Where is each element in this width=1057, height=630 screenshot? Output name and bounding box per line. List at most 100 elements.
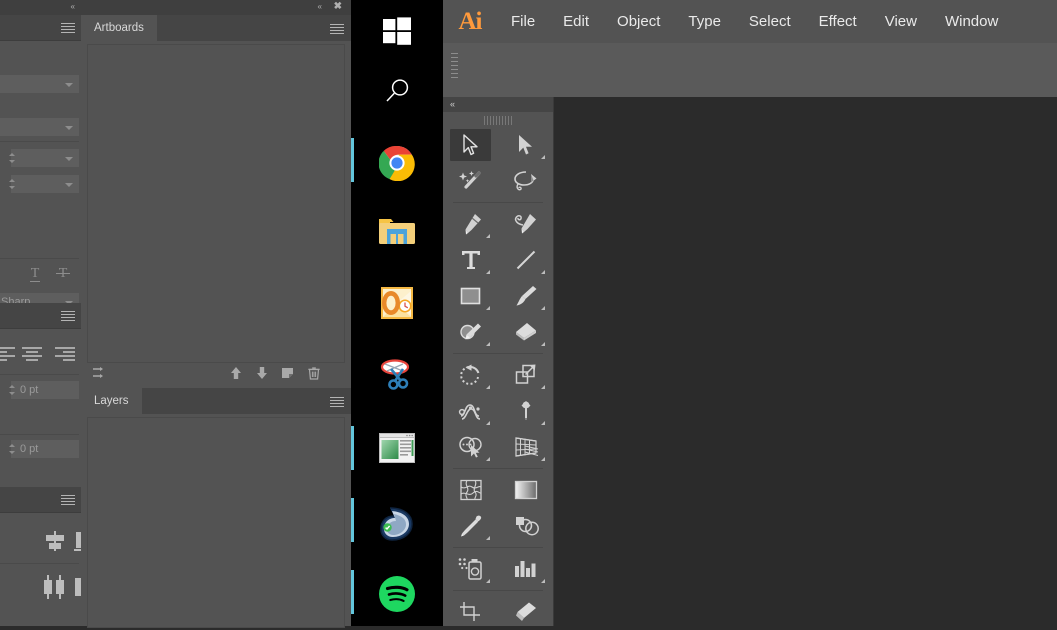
layers-panel: Layers	[81, 388, 351, 628]
pen-tool[interactable]	[443, 206, 498, 242]
lasso-tool[interactable]	[498, 163, 553, 199]
taskbar-item-outlook[interactable]	[351, 267, 443, 339]
new-artboard-icon[interactable]	[281, 366, 295, 380]
tool-row	[443, 429, 553, 465]
illustrator-logo: Ai	[458, 7, 483, 35]
close-icon[interactable]: ✖	[334, 2, 342, 12]
shaper-tool[interactable]	[443, 314, 498, 350]
symbol-sprayer-tool[interactable]	[443, 551, 498, 587]
menu-window[interactable]: Window	[931, 0, 1012, 43]
underline-button[interactable]: T	[27, 264, 43, 282]
font-style-field[interactable]	[0, 118, 79, 136]
move-up-icon[interactable]	[229, 366, 243, 380]
paragraph-panel: 0 pt 0 pt	[0, 303, 81, 478]
delete-artboard-icon[interactable]	[307, 366, 321, 380]
taskbar-item-file-explorer[interactable]	[351, 197, 443, 269]
options-bar-drag-handle[interactable]	[451, 53, 458, 87]
flyout-indicator	[541, 342, 545, 346]
tab-layers[interactable]: Layers	[81, 388, 142, 414]
taskbar-item-snipping-tool[interactable]	[351, 340, 443, 412]
menu-bar: Ai File Edit Object Type Select Effect V…	[443, 0, 1057, 43]
menu-type[interactable]: Type	[674, 0, 735, 43]
space-before-field[interactable]: 0 pt	[8, 440, 79, 458]
layers-panel-menu-icon[interactable]	[330, 397, 344, 407]
curvature-tool[interactable]	[498, 206, 553, 242]
rearrange-artboards-icon[interactable]	[92, 366, 106, 380]
eyedropper-tool[interactable]	[443, 508, 498, 544]
flyout-indicator	[486, 234, 490, 238]
artboard-tool[interactable]	[443, 594, 498, 630]
selection-tool[interactable]	[443, 127, 498, 163]
dock-titlebar: « ✖	[81, 0, 351, 15]
width-tool[interactable]	[443, 393, 498, 429]
scale-tool[interactable]	[498, 357, 553, 393]
flyout-indicator	[541, 457, 545, 461]
blend-tool[interactable]	[498, 508, 553, 544]
flyout-indicator	[486, 421, 490, 425]
taskbar-item-chrome[interactable]	[351, 124, 443, 196]
chevron-down-icon[interactable]	[65, 157, 73, 161]
align-panel-menu-icon[interactable]	[61, 495, 75, 505]
horizontal-distribute-center-button[interactable]	[43, 575, 67, 599]
rotate-tool[interactable]	[443, 357, 498, 393]
character-divider	[0, 141, 79, 142]
type-tool[interactable]	[443, 242, 498, 278]
left-indent-stepper[interactable]	[8, 383, 18, 399]
perspective-grid-tool[interactable]	[498, 429, 553, 465]
slice-tool[interactable]	[498, 594, 553, 630]
font-family-field[interactable]	[0, 75, 79, 93]
move-down-icon[interactable]	[255, 366, 269, 380]
collapse-dock-icon[interactable]: «	[318, 3, 323, 11]
free-transform-tool[interactable]	[498, 393, 553, 429]
chevron-down-icon[interactable]	[65, 126, 73, 130]
eraser-tool[interactable]	[498, 314, 553, 350]
collapse-panels-icon[interactable]: «	[71, 3, 76, 11]
horizontal-align-center-button[interactable]	[43, 531, 67, 551]
artboards-panel-menu-icon[interactable]	[330, 24, 344, 34]
paragraph-panel-menu-icon[interactable]	[61, 311, 75, 321]
vertical-align-bottom-button[interactable]	[74, 530, 81, 552]
font-size-stepper[interactable]	[8, 151, 18, 167]
tool-row	[443, 127, 553, 163]
menu-edit[interactable]: Edit	[549, 0, 603, 43]
taskbar-item-spotify[interactable]	[351, 556, 443, 628]
align-panel-header	[0, 487, 81, 513]
paragraph-divider-2	[0, 434, 79, 435]
menu-select[interactable]: Select	[735, 0, 805, 43]
flyout-indicator	[541, 155, 545, 159]
underline-icon: T	[29, 266, 41, 282]
tools-panel-drag-handle[interactable]	[443, 113, 553, 127]
space-before-stepper[interactable]	[8, 442, 18, 458]
shape-builder-tool[interactable]	[443, 429, 498, 465]
taskbar-item-powerpoint[interactable]	[351, 412, 443, 484]
tab-artboards[interactable]: Artboards	[81, 15, 157, 41]
control-options-bar	[443, 43, 1057, 98]
document-canvas[interactable]	[554, 97, 1057, 626]
collapse-tools-icon[interactable]: «	[450, 99, 455, 109]
layers-list[interactable]	[87, 417, 345, 628]
menu-object[interactable]: Object	[603, 0, 674, 43]
leading-stepper[interactable]	[8, 177, 18, 193]
line-segment-tool[interactable]	[498, 242, 553, 278]
taskbar-item-acrobat[interactable]	[351, 484, 443, 556]
left-indent-field[interactable]: 0 pt	[8, 381, 79, 399]
menu-view[interactable]: View	[871, 0, 931, 43]
paintbrush-tool[interactable]	[498, 278, 553, 314]
magic-wand-tool[interactable]	[443, 163, 498, 199]
menu-file[interactable]: File	[497, 0, 549, 43]
strikethrough-button[interactable]: T	[55, 264, 71, 282]
gradient-tool[interactable]	[498, 472, 553, 508]
chevron-down-icon[interactable]	[65, 83, 73, 87]
start-button-icon	[382, 16, 412, 51]
menu-effect[interactable]: Effect	[805, 0, 871, 43]
rectangle-tool[interactable]	[443, 278, 498, 314]
leading-field[interactable]	[8, 175, 79, 193]
character-panel-menu-icon[interactable]	[61, 23, 75, 33]
direct-selection-tool[interactable]	[498, 127, 553, 163]
font-size-field[interactable]	[8, 149, 79, 167]
mesh-tool[interactable]	[443, 472, 498, 508]
chevron-down-icon[interactable]	[65, 183, 73, 187]
artboards-list[interactable]	[87, 44, 345, 363]
tool-row	[443, 314, 553, 350]
column-graph-tool[interactable]	[498, 551, 553, 587]
